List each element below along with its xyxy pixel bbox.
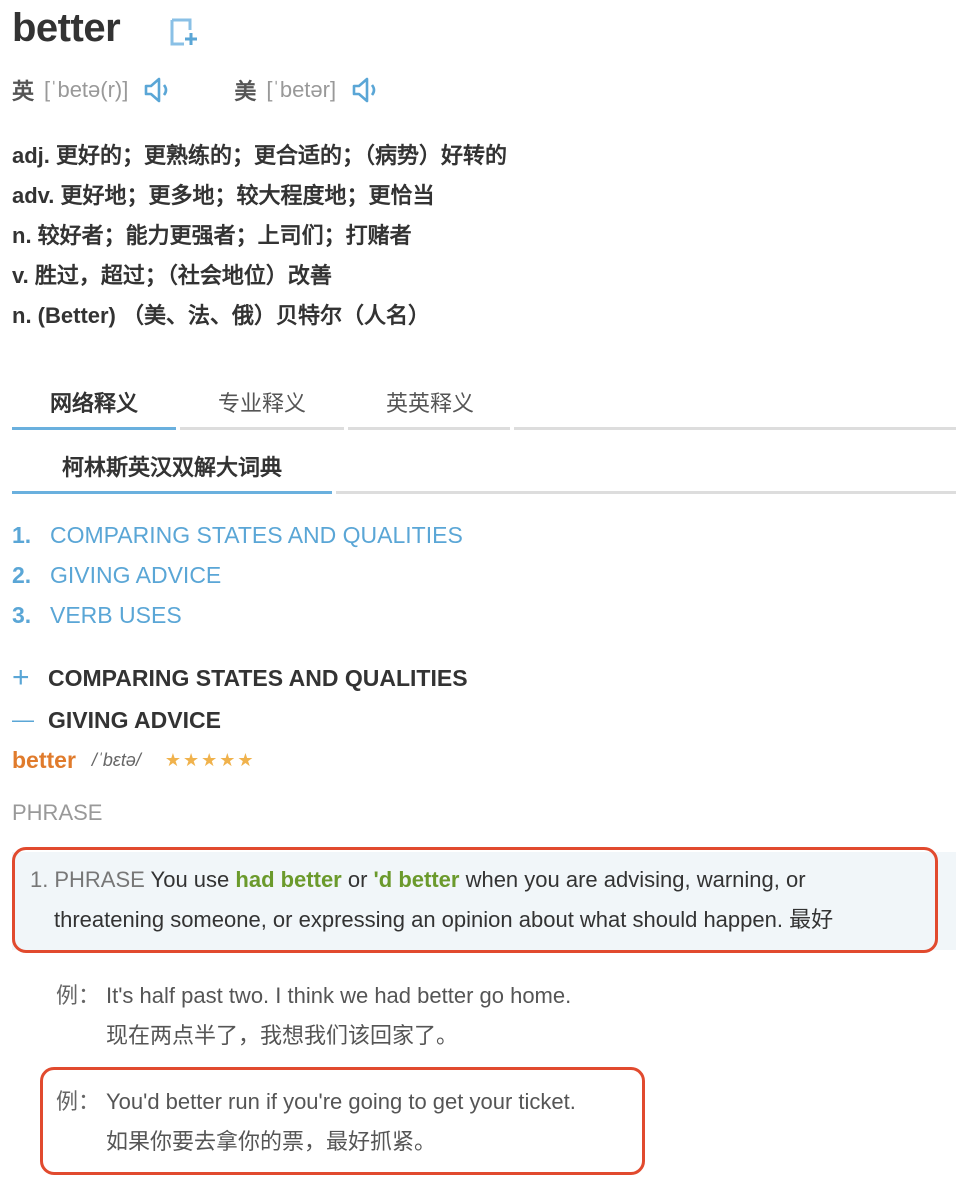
sense-table-of-contents: 1. COMPARING STATES AND QUALITIES 2. GIV… <box>12 515 463 635</box>
definition-line: n. (Better) （美、法、俄）贝特尔（人名） <box>12 303 431 328</box>
definition-tabs: 网络释义 专业释义 英英释义 <box>12 380 956 432</box>
subtab-underline-active <box>12 491 332 494</box>
toc-label: GIVING ADVICE <box>50 562 222 588</box>
toc-item-verb-uses[interactable]: 3. VERB USES <box>12 595 463 635</box>
us-label: 美 <box>234 79 257 104</box>
collapse-minus-icon: — <box>12 707 34 732</box>
example-sentence: 例： It's half past two. I think we had be… <box>56 976 571 1056</box>
toc-number: 2. <box>12 562 32 588</box>
toc-number: 1. <box>12 522 32 548</box>
dictionary-subtabs: 柯林斯英汉双解大词典 <box>12 444 956 496</box>
definition-line: n. 较好者；能力更强者；上司们；打赌者 <box>12 223 412 248</box>
uk-label: 英 <box>12 79 35 104</box>
tab-underline-active <box>12 427 176 430</box>
section-title: GIVING ADVICE <box>48 706 221 733</box>
tab-web-definitions[interactable]: 网络释义 <box>12 380 176 428</box>
red-highlight-annotation <box>12 847 938 953</box>
headword-title: better <box>12 6 121 50</box>
toc-label: VERB USES <box>50 602 182 628</box>
section-comparing-collapsed[interactable]: + COMPARING STATES AND QUALITIES <box>12 660 468 696</box>
tab-professional-definitions[interactable]: 专业释义 <box>180 380 344 428</box>
example-english: It's half past two. I think we had bette… <box>106 983 572 1008</box>
toc-item-giving-advice[interactable]: 2. GIVING ADVICE <box>12 555 463 595</box>
add-to-wordbook-icon[interactable] <box>168 16 200 48</box>
tab-collins-dictionary[interactable]: 柯林斯英汉双解大词典 <box>12 444 332 492</box>
entry-pronunciation: /ˈbɛtə/ <box>91 749 141 770</box>
entry-headword: better <box>12 746 76 773</box>
part-of-speech-label: PHRASE <box>12 800 103 825</box>
toc-item-comparing[interactable]: 1. COMPARING STATES AND QUALITIES <box>12 515 463 555</box>
red-highlight-annotation <box>40 1067 645 1175</box>
collins-entry-header: better /ˈbɛtə/ ★★★★★ <box>12 744 256 776</box>
basic-definitions: adj. 更好的；更熟练的；更合适的；（病势）好转的 adv. 更好地；更多地；… <box>12 136 507 336</box>
tab-underline <box>348 427 510 430</box>
example-label: 例： <box>56 983 101 1008</box>
definition-line: adj. 更好的；更熟练的；更合适的；（病势）好转的 <box>12 143 508 168</box>
pronunciation-row: 英 [ˈbetə(r)] 美 [ˈbetər] <box>12 72 378 108</box>
toc-label: COMPARING STATES AND QUALITIES <box>50 522 463 548</box>
subtab-underline <box>336 491 956 494</box>
section-giving-advice-expanded[interactable]: — GIVING ADVICE <box>12 702 221 738</box>
uk-speaker-icon[interactable] <box>142 74 170 106</box>
tab-english-definitions[interactable]: 英英释义 <box>348 380 512 428</box>
frequency-stars: ★★★★★ <box>164 749 256 770</box>
definition-line: adv. 更好地；更多地；较大程度地；更恰当 <box>12 183 435 208</box>
tab-underline <box>180 427 344 430</box>
expand-plus-icon: + <box>12 661 30 694</box>
definition-line: v. 胜过，超过；（社会地位）改善 <box>12 263 332 288</box>
example-chinese: 现在两点半了，我想我们该回家了。 <box>106 1023 459 1048</box>
us-ipa: [ˈbetər] <box>266 77 337 102</box>
toc-number: 3. <box>12 602 32 628</box>
uk-ipa: [ˈbetə(r)] <box>44 77 129 102</box>
us-speaker-icon[interactable] <box>350 74 378 106</box>
section-title: COMPARING STATES AND QUALITIES <box>48 664 468 691</box>
tab-underline <box>514 427 956 430</box>
